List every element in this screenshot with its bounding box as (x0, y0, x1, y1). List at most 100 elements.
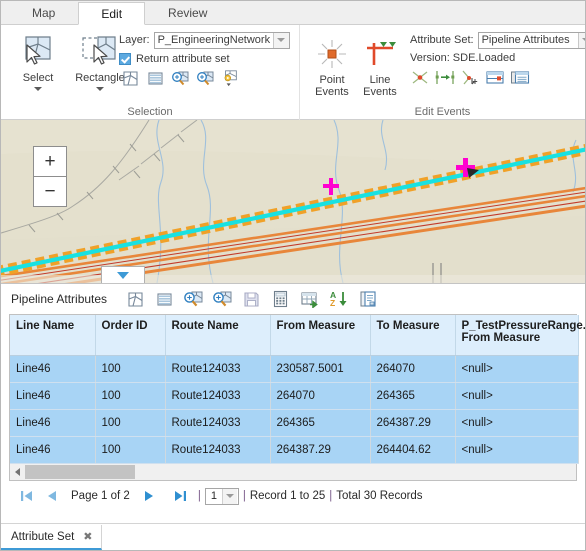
select-button[interactable]: Select (7, 27, 69, 91)
select-button-label: Select (22, 72, 54, 84)
cell-from-measure: 264387.29 (270, 436, 371, 464)
cell-p-test-from-measure: <null> (455, 409, 579, 437)
ribbon-tabstrip: Map Edit Review (1, 1, 585, 25)
zoom-to-selected-icon[interactable] (179, 286, 208, 312)
zoom-out-button[interactable]: − (34, 177, 66, 206)
pan-to-selected-icon[interactable] (208, 286, 237, 312)
cell-to-measure: 264404.62 (370, 436, 456, 464)
layer-label: Layer: (119, 34, 150, 46)
export-table-icon[interactable] (295, 286, 324, 312)
dock-tab-attribute-set[interactable]: Attribute Set ✖ (1, 525, 102, 550)
attribute-set-value: Pipeline Attributes (481, 33, 570, 46)
show-all-records-icon[interactable] (145, 69, 165, 87)
select-features-icon[interactable] (120, 69, 140, 87)
extend-event-icon[interactable] (435, 68, 455, 86)
select-features-icon[interactable] (121, 286, 150, 312)
attribute-set-combobox[interactable]: Pipeline Attributes (477, 31, 585, 49)
tab-edit[interactable]: Edit (78, 2, 146, 25)
retire-event-icon[interactable] (410, 68, 430, 86)
chevron-down-icon[interactable] (221, 488, 237, 504)
scrollbar-thumb[interactable] (25, 465, 135, 479)
cell-route-name: Route124033 (165, 382, 271, 410)
line-events-label: Line Events (363, 74, 397, 98)
tab-review[interactable]: Review (145, 1, 231, 24)
chevron-down-icon[interactable] (272, 32, 289, 48)
table-row[interactable]: Line46 100 Route124033 264387.29 264404.… (10, 436, 579, 464)
column-header-order-id[interactable]: Order ID (95, 315, 166, 356)
pager-separator: | (197, 490, 201, 502)
event-attributes-icon[interactable] (510, 68, 530, 86)
column-header-to-measure[interactable]: To Measure (370, 315, 456, 356)
previous-page-button[interactable] (39, 484, 65, 508)
table-horizontal-scrollbar[interactable] (9, 464, 577, 481)
realign-event-icon[interactable] (460, 68, 480, 86)
cell-line-name: Line46 (10, 436, 96, 464)
chevron-down-icon (117, 271, 129, 279)
attribute-table: Line Name Order ID Route Name From Measu… (10, 315, 585, 464)
cell-order-id: 100 (95, 355, 166, 383)
rectangle-button-label: Rectangle (75, 72, 125, 84)
chevron-down-icon[interactable] (577, 32, 585, 48)
point-events-button[interactable]: Point Events (308, 33, 356, 98)
first-page-button[interactable] (13, 484, 39, 508)
sort-ascending-icon[interactable]: A Z (324, 286, 353, 312)
line-events-button[interactable]: Line Events (356, 33, 404, 98)
layer-value: P_EngineeringNetwork (157, 33, 271, 46)
cell-line-name: Line46 (10, 382, 96, 410)
chevron-down-icon[interactable] (34, 87, 42, 91)
cell-to-measure: 264365 (370, 382, 456, 410)
column-header-line-name[interactable]: Line Name (10, 315, 96, 356)
column-header-from-measure[interactable]: From Measure (270, 315, 371, 356)
map-canvas[interactable]: + − (1, 120, 585, 284)
cell-from-measure: 264070 (270, 382, 371, 410)
scroll-left-icon[interactable] (10, 465, 25, 480)
cell-from-measure: 264365 (270, 409, 371, 437)
attribute-table-panel: Pipeline Attributes A Z Line Name Order … (1, 284, 585, 511)
point-events-icon (315, 39, 349, 72)
cell-order-id: 100 (95, 382, 166, 410)
split-event-icon[interactable] (485, 68, 505, 86)
pager-separator: | (329, 490, 333, 502)
field-properties-icon[interactable] (353, 286, 382, 312)
selection-group-title: Selection (127, 106, 173, 118)
cell-order-id: 100 (95, 409, 166, 437)
cell-route-name: Route124033 (165, 355, 271, 383)
page-number-value: 1 (210, 489, 217, 502)
tab-map[interactable]: Map (9, 1, 79, 24)
rectangle-select-icon (80, 33, 120, 70)
attribute-set-field-row: Attribute Set: Pipeline Attributes (410, 31, 585, 49)
column-header-p-testpressurerange-from-measure[interactable]: P_TestPressureRange. From Measure (455, 315, 585, 356)
collapse-panel-toggle[interactable] (101, 266, 145, 283)
zoom-to-selection-icon[interactable] (170, 69, 190, 87)
calculate-field-icon[interactable] (266, 286, 295, 312)
last-page-button[interactable] (168, 484, 194, 508)
layer-combobox[interactable]: P_EngineeringNetwork (153, 31, 290, 49)
table-pager: Page 1 of 2 | 1 | Record 1 to 25 | Total… (1, 481, 585, 511)
selection-small-toolbar (120, 69, 295, 87)
dock-tab-label: Attribute Set (11, 530, 75, 543)
ribbon-body: Select Rectangle Layer: P_EngineeringNet… (1, 25, 585, 120)
ribbon-group-selection: Select Rectangle Layer: P_EngineeringNet… (1, 25, 299, 120)
page-number-combobox[interactable]: 1 (204, 487, 239, 505)
next-page-button[interactable] (136, 484, 162, 508)
column-header-route-name[interactable]: Route Name (165, 315, 271, 356)
zoom-in-button[interactable]: + (34, 147, 66, 177)
cell-p-test-from-measure: <null> (455, 355, 579, 383)
zoom-to-selection-alt-icon[interactable] (195, 69, 215, 87)
return-attribute-set-checkbox[interactable]: Return attribute set (119, 51, 295, 67)
show-all-records-icon[interactable] (150, 286, 179, 312)
table-row[interactable]: Line46 100 Route124033 264365 264387.29 … (10, 409, 579, 437)
line-events-icon (363, 39, 397, 72)
save-edits-icon[interactable] (237, 286, 266, 312)
table-row[interactable]: Line46 100 Route124033 264070 264365 <nu… (10, 382, 579, 410)
table-header-row: Line Name Order ID Route Name From Measu… (10, 315, 585, 356)
version-label: Version: SDE.Loaded (410, 52, 516, 64)
close-icon[interactable]: ✖ (83, 530, 92, 543)
chevron-down-icon[interactable] (96, 87, 104, 91)
checkbox-checked-icon (119, 53, 131, 65)
svg-text:Z: Z (330, 298, 335, 308)
selection-options-icon[interactable] (220, 69, 240, 87)
table-row[interactable]: Line46 100 Route124033 230587.5001 26407… (10, 355, 579, 383)
table-toolbar: Pipeline Attributes A Z (1, 284, 585, 314)
layer-field-row: Layer: P_EngineeringNetwork (119, 31, 295, 49)
